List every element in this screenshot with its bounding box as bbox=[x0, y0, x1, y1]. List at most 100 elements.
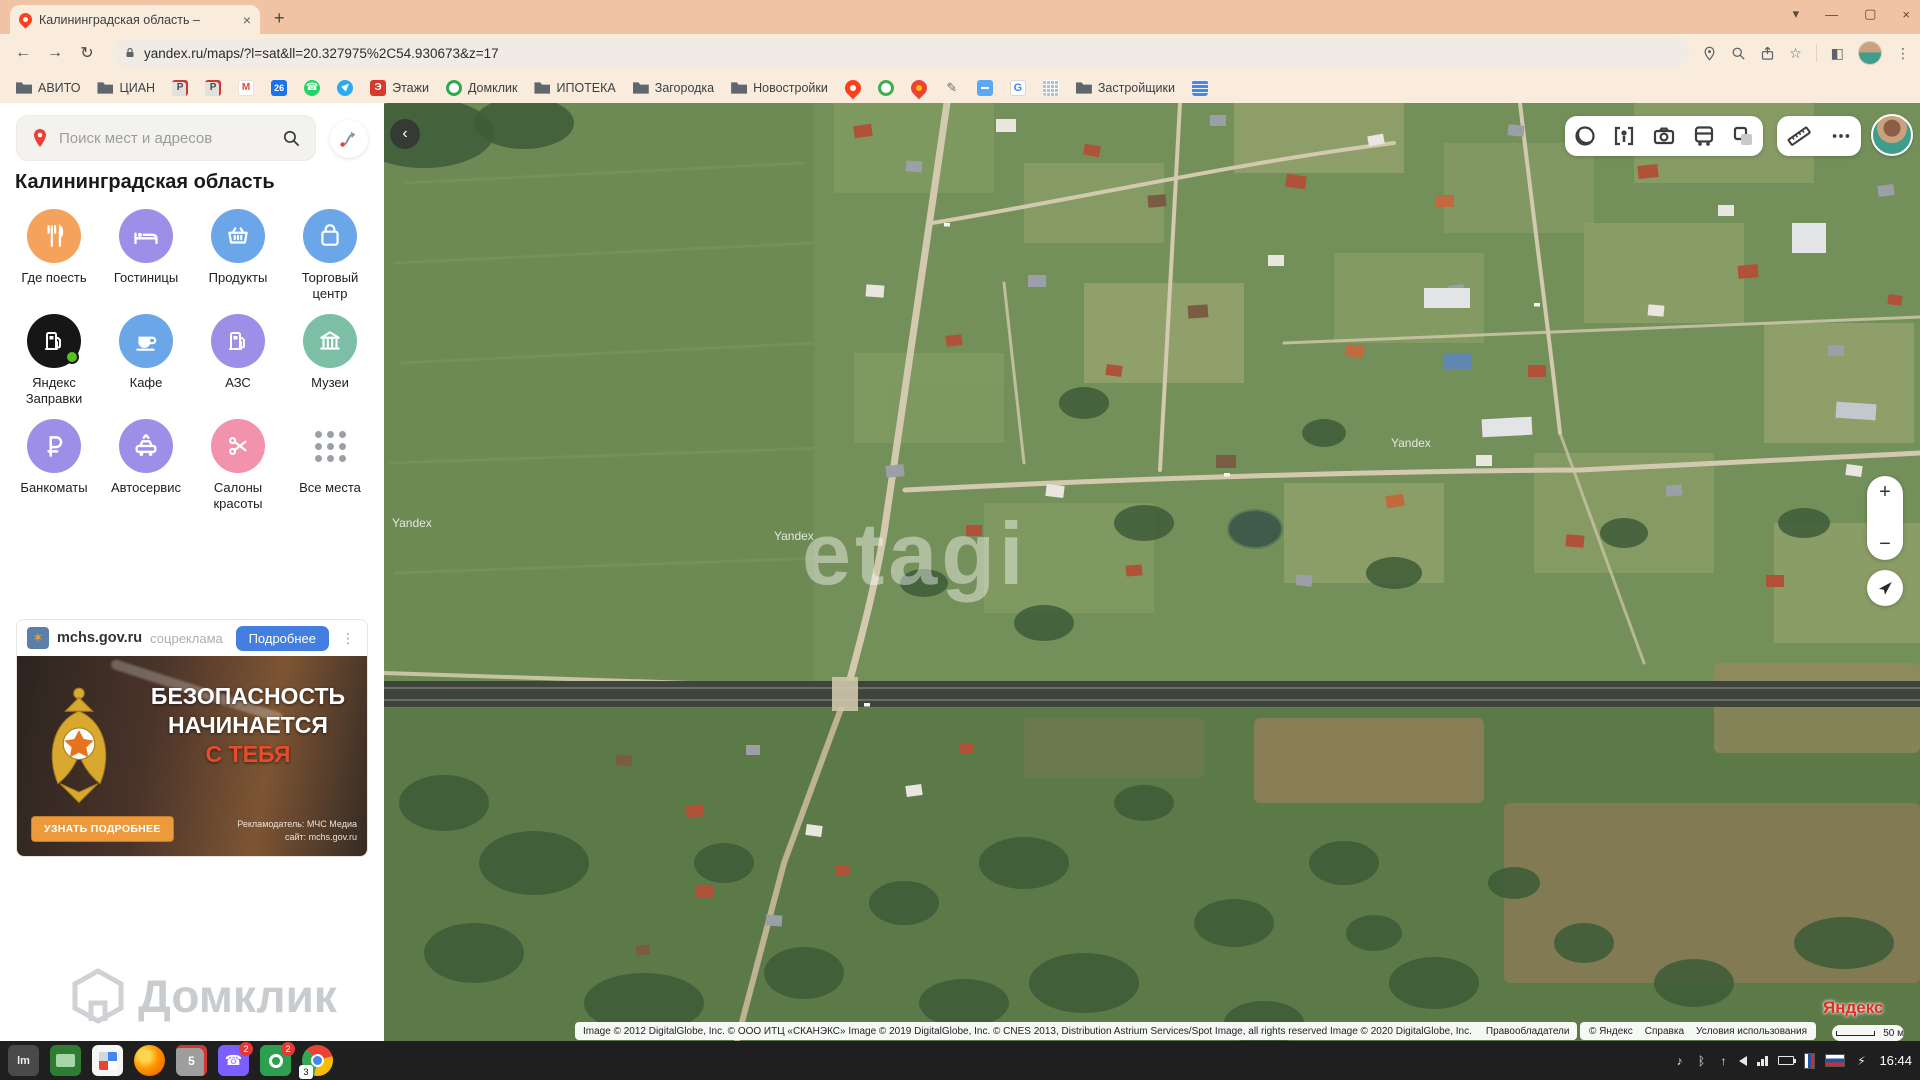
bookmark-ИПОТЕКА[interactable]: ИПОТЕКА bbox=[526, 77, 623, 99]
clock[interactable]: 16:44 bbox=[1879, 1053, 1912, 1068]
my-layers-icon[interactable] bbox=[1731, 124, 1755, 148]
bookmark-bluedoc[interactable] bbox=[1184, 77, 1216, 99]
minimize-button[interactable]: — bbox=[1825, 7, 1838, 22]
search-zoom-icon[interactable] bbox=[1731, 46, 1746, 61]
bookmark-gmail[interactable]: M bbox=[230, 77, 262, 99]
bluetooth-icon[interactable]: ᛒ bbox=[1695, 1054, 1707, 1068]
bookmark-translate[interactable]: G bbox=[1002, 77, 1034, 99]
music-note-icon[interactable]: ♪ bbox=[1673, 1054, 1685, 1068]
category-museums[interactable]: Музеи bbox=[284, 314, 376, 407]
panoramas-icon[interactable] bbox=[1612, 124, 1636, 148]
yandex-logo[interactable]: Яндекс bbox=[1823, 998, 1883, 1018]
browser-menu-icon[interactable]: ⋮ bbox=[1896, 45, 1910, 62]
bookmark-Домклик[interactable]: Домклик bbox=[438, 77, 526, 99]
footer-link[interactable]: Справка bbox=[1645, 1026, 1684, 1037]
photos-camera-icon[interactable] bbox=[1652, 124, 1676, 148]
ypin-icon bbox=[841, 76, 865, 99]
bookmark-building[interactable] bbox=[1035, 77, 1067, 99]
bookmark-chat[interactable] bbox=[969, 77, 1001, 99]
app-green[interactable]: 2 bbox=[260, 1042, 295, 1076]
upload-icon[interactable]: ↑ bbox=[1717, 1054, 1729, 1068]
bookmark-star-icon[interactable]: ☆ bbox=[1789, 45, 1802, 62]
category-mall[interactable]: Торговый центр bbox=[284, 209, 376, 302]
footer-link[interactable]: © Яндекс bbox=[1589, 1026, 1633, 1037]
collapse-sidebar-button[interactable]: ‹ bbox=[390, 119, 420, 149]
map-area[interactable]: Yandex Yandex Yandex etagi ‹ + − Image ©… bbox=[384, 103, 1920, 1041]
bookmark-АВИТО[interactable]: АВИТО bbox=[8, 77, 88, 99]
bookmark-ЦИАН[interactable]: ЦИАН bbox=[89, 77, 163, 99]
bookmark-pencil[interactable]: ✎ bbox=[936, 77, 968, 99]
ruler-icon[interactable] bbox=[1787, 124, 1811, 148]
category-hotels[interactable]: Гостиницы bbox=[100, 209, 192, 302]
category-atm[interactable]: Банкоматы bbox=[8, 419, 100, 512]
new-tab-button[interactable]: + bbox=[274, 8, 285, 29]
category-where-to-eat[interactable]: Где поесть bbox=[8, 209, 100, 302]
satellite-map[interactable]: Yandex Yandex Yandex bbox=[384, 103, 1920, 1041]
bookmark-p[interactable]: P bbox=[164, 77, 196, 99]
tab-close-icon[interactable]: × bbox=[243, 12, 251, 28]
search-icon[interactable] bbox=[282, 129, 301, 148]
rights-link[interactable]: Правообладатели bbox=[1486, 1026, 1570, 1037]
locate-me-button[interactable] bbox=[1867, 570, 1903, 606]
reload-button[interactable]: ↻ bbox=[74, 43, 100, 63]
search-bar[interactable] bbox=[16, 115, 316, 161]
bookmark-p[interactable]: P bbox=[197, 77, 229, 99]
app-lm[interactable]: lm bbox=[8, 1045, 39, 1076]
banner-cta-button[interactable]: УЗНАТЬ ПОДРОБНЕЕ bbox=[31, 816, 174, 842]
maximize-button[interactable]: ▢ bbox=[1864, 6, 1876, 22]
ad-site-link[interactable]: mchs.gov.ru bbox=[57, 630, 142, 646]
app-docs[interactable]: 5 bbox=[176, 1045, 207, 1076]
tab-search-icon[interactable]: ▾ bbox=[1793, 6, 1800, 22]
bookmark-gpin[interactable] bbox=[903, 76, 935, 99]
app-firefox[interactable] bbox=[134, 1045, 165, 1076]
bookmark-greenring[interactable] bbox=[870, 77, 902, 99]
layers-globe-icon[interactable] bbox=[1573, 124, 1597, 148]
category-groceries[interactable]: Продукты bbox=[192, 209, 284, 302]
category-all-places[interactable]: Все места bbox=[284, 419, 376, 512]
ad-banner[interactable]: БЕЗОПАСНОСТЬ НАЧИНАЕТСЯ С ТЕБЯ УЗНАТЬ ПО… bbox=[17, 656, 367, 856]
user-avatar[interactable] bbox=[1871, 114, 1913, 156]
ad-menu-icon[interactable]: ⋮ bbox=[337, 630, 359, 647]
app-chrome[interactable]: 3 bbox=[299, 1045, 333, 1079]
bookmark-Этажи[interactable]: Э Этажи bbox=[362, 77, 437, 99]
zoom-in-button[interactable]: + bbox=[1879, 482, 1891, 502]
app-viber[interactable]: ☎ 2 bbox=[218, 1042, 253, 1076]
search-input[interactable] bbox=[59, 129, 272, 147]
category-beauty[interactable]: Салоны красоты bbox=[192, 419, 284, 512]
bookmark-Новостройки[interactable]: Новостройки bbox=[723, 77, 836, 99]
window-close-button[interactable]: × bbox=[1902, 7, 1910, 22]
bookmark-ypin[interactable] bbox=[837, 76, 869, 99]
share-icon[interactable] bbox=[1760, 46, 1775, 61]
ad-more-button[interactable]: Подробнее bbox=[235, 625, 329, 651]
category-gas-station[interactable]: АЗС bbox=[192, 314, 284, 407]
network-icon[interactable] bbox=[1757, 1055, 1769, 1066]
bookmark-calendar[interactable]: 26 bbox=[263, 77, 295, 99]
category-yandex-fuel[interactable]: Яндекс Заправки bbox=[8, 314, 100, 407]
routes-button[interactable] bbox=[330, 120, 368, 158]
footer-link[interactable]: Условия использования bbox=[1696, 1026, 1807, 1037]
forward-button[interactable]: → bbox=[42, 44, 68, 62]
bookmark-telegram[interactable] bbox=[329, 77, 361, 99]
location-icon[interactable] bbox=[1702, 46, 1717, 61]
extension-icon[interactable]: ◧ bbox=[1831, 45, 1844, 62]
category-car-service[interactable]: Автосервис bbox=[100, 419, 192, 512]
keyboard-flag-icon[interactable] bbox=[1804, 1052, 1816, 1069]
category-cafe[interactable]: Кафе bbox=[100, 314, 192, 407]
bookmark-Загородка[interactable]: Загородка bbox=[625, 77, 722, 99]
power-icon[interactable]: ⚡ bbox=[1855, 1054, 1867, 1068]
app-grid[interactable] bbox=[92, 1045, 123, 1076]
volume-icon[interactable] bbox=[1739, 1055, 1748, 1066]
address-bar[interactable]: yandex.ru/maps/?l=sat&ll=20.327975%2C54.… bbox=[112, 39, 1691, 67]
profile-avatar[interactable] bbox=[1858, 41, 1882, 65]
zoom-out-button[interactable]: − bbox=[1879, 534, 1891, 554]
more-tools-icon[interactable] bbox=[1830, 125, 1852, 147]
domclick-icon bbox=[445, 79, 462, 96]
transport-bus-icon[interactable] bbox=[1692, 124, 1716, 148]
back-button[interactable]: ← bbox=[10, 44, 36, 62]
bookmark-Застройщики[interactable]: Застройщики bbox=[1068, 77, 1183, 99]
battery-icon[interactable] bbox=[1778, 1056, 1797, 1065]
app-screen-share[interactable] bbox=[50, 1045, 81, 1076]
ru-flag-icon[interactable] bbox=[1825, 1054, 1846, 1067]
browser-tab[interactable]: Калининградская область – × bbox=[10, 5, 260, 34]
bookmark-whatsapp[interactable]: ☎ bbox=[296, 77, 328, 99]
